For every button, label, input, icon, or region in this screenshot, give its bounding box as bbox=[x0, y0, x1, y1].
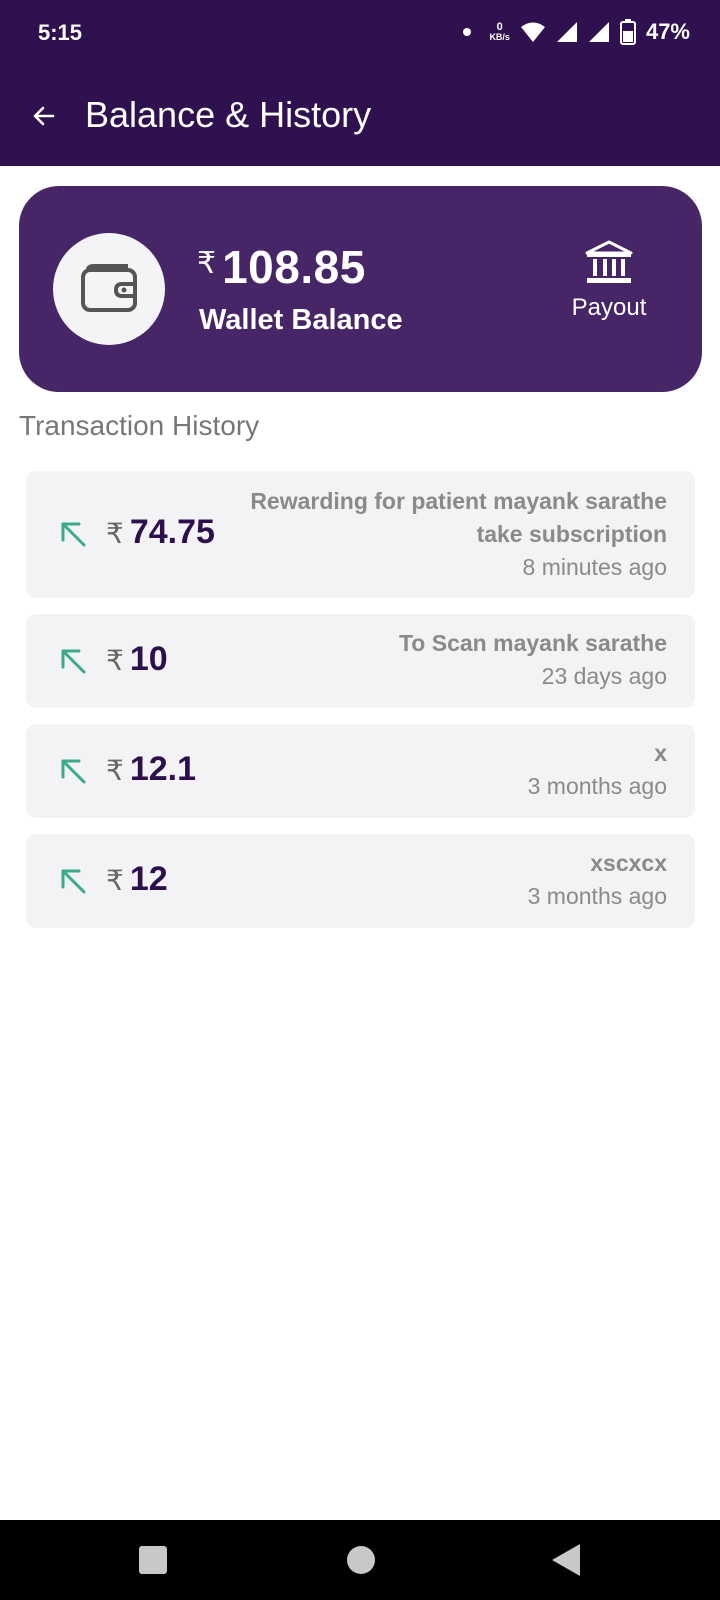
wallet-card: ₹ 108.85 Wallet Balance Payout bbox=[19, 186, 702, 392]
transaction-item[interactable]: ₹ 12.1 x 3 months ago bbox=[26, 724, 695, 818]
transaction-time: 3 months ago bbox=[527, 773, 667, 799]
transaction-description-cont: take subscription bbox=[476, 521, 667, 547]
transaction-list: ₹ 74.75 Rewarding for patient mayank sar… bbox=[26, 471, 695, 944]
transaction-description: xscxcx bbox=[590, 850, 667, 876]
balance-value: 108.85 bbox=[222, 241, 366, 293]
transaction-amount: ₹ 74.75 bbox=[106, 513, 215, 552]
transaction-amount-value: 12.1 bbox=[129, 750, 197, 788]
battery-icon bbox=[619, 19, 636, 45]
status-icons: 0 KB/s 47% bbox=[463, 18, 690, 46]
transaction-details: Rewarding for patient mayank sarathe tak… bbox=[250, 485, 667, 584]
transaction-description: x bbox=[654, 740, 667, 766]
arrow-up-left-icon bbox=[61, 522, 86, 547]
wallet-avatar bbox=[53, 233, 165, 345]
signal-icon bbox=[556, 22, 577, 42]
transaction-amount-value: 10 bbox=[129, 640, 168, 678]
transaction-item[interactable]: ₹ 12 xscxcx 3 months ago bbox=[26, 834, 695, 928]
network-speed-value: 0 bbox=[496, 21, 503, 33]
currency-symbol: ₹ bbox=[106, 755, 124, 786]
transaction-history-title: Transaction History bbox=[19, 410, 260, 441]
payout-label: Payout bbox=[571, 294, 647, 321]
payout-button[interactable]: Payout bbox=[559, 240, 659, 340]
transaction-amount: ₹ 12 bbox=[106, 860, 168, 899]
page-title: Balance & History bbox=[85, 94, 372, 135]
currency-symbol: ₹ bbox=[106, 518, 124, 549]
arrow-up-left-icon bbox=[61, 759, 86, 784]
transaction-time: 3 months ago bbox=[527, 883, 667, 909]
transaction-item[interactable]: ₹ 10 To Scan mayank sarathe 23 days ago bbox=[26, 614, 695, 708]
arrow-left-icon bbox=[33, 106, 55, 126]
transaction-details: x 3 months ago bbox=[528, 737, 667, 803]
transaction-amount-value: 74.75 bbox=[129, 513, 215, 551]
network-speed: 0 KB/s bbox=[489, 21, 510, 43]
arrow-up-left-icon bbox=[61, 869, 86, 894]
transaction-item[interactable]: ₹ 74.75 Rewarding for patient mayank sar… bbox=[26, 471, 695, 598]
home-button[interactable] bbox=[347, 1546, 375, 1574]
transaction-amount: ₹ 10 bbox=[106, 640, 168, 679]
top-bar: 5:15 0 KB/s 47% Balance & History bbox=[0, 0, 720, 166]
arrow-up-left-icon bbox=[61, 649, 86, 674]
transaction-time: 8 minutes ago bbox=[522, 554, 667, 580]
transaction-details: xscxcx 3 months ago bbox=[528, 847, 667, 913]
wallet-balance-label: Wallet Balance bbox=[199, 304, 403, 336]
network-speed-unit: KB/s bbox=[489, 32, 510, 42]
currency-symbol: ₹ bbox=[197, 247, 217, 280]
status-bar: 5:15 0 KB/s 47% bbox=[0, 0, 720, 64]
transaction-time: 23 days ago bbox=[541, 663, 667, 689]
system-back-button[interactable] bbox=[552, 1544, 580, 1576]
status-time: 5:15 bbox=[38, 20, 83, 45]
system-nav-bar bbox=[0, 1520, 720, 1600]
transaction-description: Rewarding for patient mayank sarathe bbox=[250, 488, 667, 514]
recents-button[interactable] bbox=[139, 1546, 167, 1574]
signal-icon bbox=[588, 22, 609, 42]
notification-dot-icon bbox=[463, 28, 472, 36]
transaction-amount: ₹ 12.1 bbox=[106, 750, 196, 789]
bank-icon bbox=[585, 240, 633, 283]
battery-percent: 47% bbox=[645, 19, 690, 44]
currency-symbol: ₹ bbox=[106, 645, 124, 676]
back-button[interactable] bbox=[26, 98, 62, 134]
app-bar: Balance & History bbox=[0, 80, 720, 152]
currency-symbol: ₹ bbox=[106, 865, 124, 896]
wallet-icon bbox=[81, 264, 137, 312]
transaction-amount-value: 12 bbox=[129, 860, 168, 898]
transaction-details: To Scan mayank sarathe 23 days ago bbox=[399, 627, 667, 693]
transaction-description: To Scan mayank sarathe bbox=[398, 630, 667, 656]
wallet-balance-amount: ₹ 108.85 bbox=[197, 240, 366, 294]
wifi-icon bbox=[520, 22, 545, 42]
